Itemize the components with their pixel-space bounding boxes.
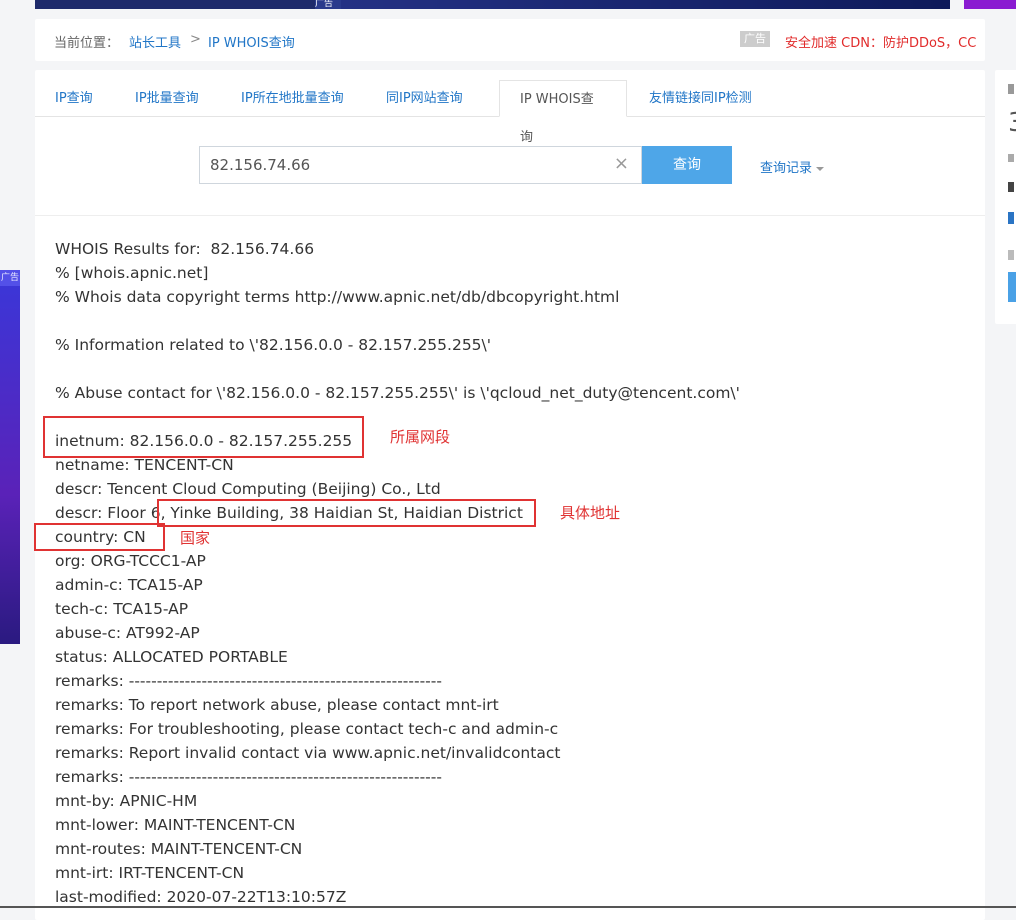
side-panel-digit: 3 (1008, 110, 1016, 136)
result-line: descr: Tencent Cloud Computing (Beijing)… (55, 480, 441, 498)
result-line: mnt-irt: IRT-TENCENT-CN (55, 864, 245, 882)
annotation-box-inetnum (43, 416, 364, 458)
result-line: remarks: -------------------------------… (55, 768, 442, 786)
main-card: IP查询 IP批量查询 IP所在地批量查询 同IP网站查询 IP WHOIS查询… (35, 70, 985, 920)
tab-ip-query[interactable]: IP查询 (35, 80, 113, 116)
annotation-box-country (34, 523, 165, 551)
side-panel-glyph (1008, 182, 1014, 192)
left-side-ad[interactable]: 广告 (0, 270, 20, 644)
side-panel-link[interactable] (1008, 212, 1014, 224)
side-panel-glyph (1008, 84, 1014, 94)
annotation-box-address (157, 499, 536, 527)
search-button[interactable]: 查询 (642, 146, 732, 184)
search-box: × (199, 146, 642, 184)
result-line: remarks: For troubleshooting, please con… (55, 720, 559, 738)
side-panel-button[interactable] (1008, 272, 1016, 302)
tab-same-ip-sites[interactable]: 同IP网站查询 (366, 80, 483, 116)
result-line: % Information related to \'82.156.0.0 - … (55, 336, 492, 354)
tab-ip-location-batch[interactable]: IP所在地批量查询 (221, 80, 364, 116)
chevron-down-icon (816, 166, 825, 171)
result-line: status: ALLOCATED PORTABLE (55, 648, 288, 666)
clear-icon[interactable]: × (614, 154, 629, 174)
query-history-dropdown[interactable]: 查询记录 (760, 157, 825, 176)
annotation-label-inetnum: 所属网段 (390, 428, 451, 446)
result-line: % Abuse contact for \'82.156.0.0 - 82.15… (55, 384, 740, 402)
result-line: tech-c: TCA15-AP (55, 600, 189, 618)
side-panel-glyph (1008, 154, 1014, 162)
tab-ip-batch-query[interactable]: IP批量查询 (115, 80, 219, 116)
breadcrumb: 当前位置： 站长工具 > IP WHOIS查询 广告 安全加速 CDN：防护DD… (35, 19, 985, 61)
top-ad-banner-right[interactable] (964, 0, 1016, 9)
cdn-ad-link[interactable]: 安全加速 CDN：防护DDoS，CC (785, 32, 976, 51)
result-line: abuse-c: AT992-AP (55, 624, 200, 642)
search-area: × 查询 查询记录 (35, 117, 985, 216)
result-line: % [whois.apnic.net] (55, 264, 209, 282)
left-ad-badge: 广告 (0, 270, 20, 286)
result-line: org: ORG-TCCC1-AP (55, 552, 206, 570)
result-line: remarks: Report invalid contact via www.… (55, 744, 561, 762)
result-line: remarks: -------------------------------… (55, 672, 442, 690)
result-line: % Whois data copyright terms http://www.… (55, 288, 620, 306)
result-line: mnt-by: APNIC-HM (55, 792, 198, 810)
result-line: mnt-lower: MAINT-TENCENT-CN (55, 816, 296, 834)
top-ad-banner[interactable] (341, 0, 950, 9)
ad-tag: 广告 (740, 31, 770, 47)
breadcrumb-link-whois[interactable]: IP WHOIS查询 (208, 32, 295, 51)
annotation-label-country: 国家 (180, 529, 211, 547)
annotation-label-address: 具体地址 (560, 504, 621, 522)
tab-friend-link-same-ip[interactable]: 友情链接同IP检测 (629, 80, 772, 116)
right-side-panel: 3 (995, 70, 1016, 324)
result-line: WHOIS Results for: 82.156.74.66 (55, 240, 315, 258)
ip-search-input[interactable] (210, 147, 600, 183)
breadcrumb-link-tools[interactable]: 站长工具 (129, 32, 181, 51)
result-line: mnt-routes: MAINT-TENCENT-CN (55, 840, 303, 858)
query-history-label: 查询记录 (760, 161, 813, 176)
breadcrumb-location-label: 当前位置： (54, 36, 120, 51)
top-ad-badge: 广告 (315, 0, 341, 9)
top-ad-banner-left[interactable] (35, 0, 315, 9)
tab-ip-whois[interactable]: IP WHOIS查询 (499, 80, 627, 145)
side-panel-glyph (1008, 250, 1014, 260)
tab-bar: IP查询 IP批量查询 IP所在地批量查询 同IP网站查询 IP WHOIS查询… (35, 80, 985, 145)
result-line: admin-c: TCA15-AP (55, 576, 203, 594)
result-line: remarks: To report network abuse, please… (55, 696, 499, 714)
breadcrumb-separator: > (190, 32, 201, 47)
